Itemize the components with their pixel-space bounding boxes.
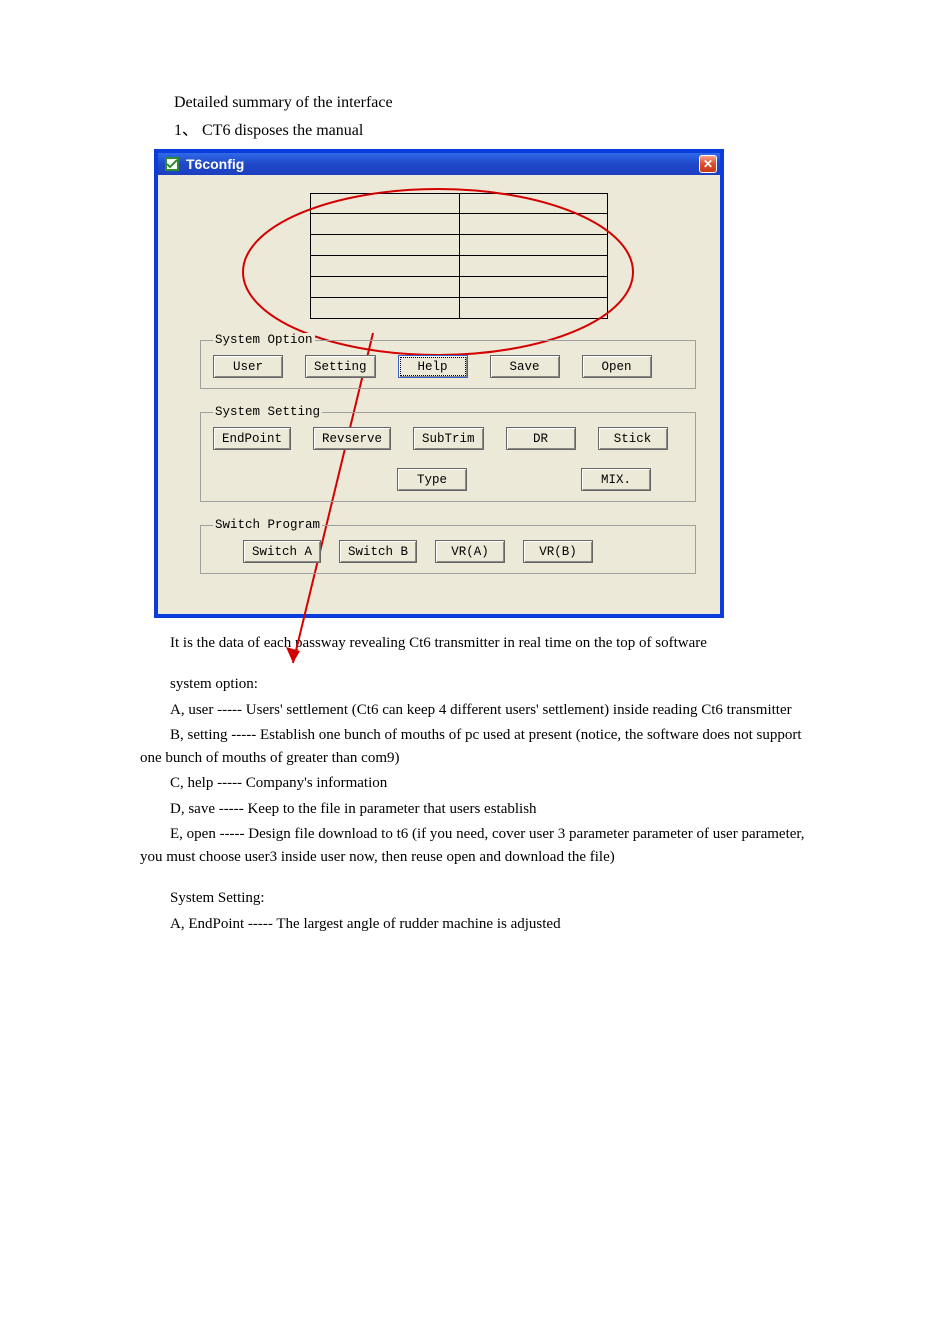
titlebar: T6config ✕	[158, 153, 720, 175]
explanation-text: It is the data of each passway revealing…	[0, 624, 945, 978]
mix-button[interactable]: MIX.	[581, 468, 651, 491]
system-option-header: system option:	[140, 673, 805, 696]
channel-bars	[310, 193, 696, 319]
desc-setting: B, setting ----- Establish one bunch of …	[140, 724, 805, 771]
intro-text: Detailed summary of the interface 1、 CT6…	[0, 90, 945, 143]
dr-button[interactable]: DR	[506, 427, 576, 450]
window-title: T6config	[186, 156, 244, 172]
intro-line-2: 1、 CT6 disposes the manual	[174, 118, 805, 144]
desc-user: A, user ----- Users' settlement (Ct6 can…	[140, 699, 805, 722]
stick-button[interactable]: Stick	[598, 427, 668, 450]
t6config-window: T6config ✕ System Option User Setting He…	[154, 149, 724, 618]
switch-b-button[interactable]: Switch B	[339, 540, 417, 563]
switch-program-group: Switch Program Switch A Switch B VR(A) V…	[200, 518, 696, 574]
subtrim-button[interactable]: SubTrim	[413, 427, 484, 450]
system-option-group: System Option User Setting Help Save Ope…	[200, 333, 696, 389]
channel-bar-4	[310, 256, 608, 277]
save-button[interactable]: Save	[490, 355, 560, 378]
close-button[interactable]: ✕	[699, 155, 717, 173]
switch-program-legend: Switch Program	[213, 518, 322, 532]
type-button[interactable]: Type	[397, 468, 467, 491]
app-icon	[164, 156, 180, 172]
switch-a-button[interactable]: Switch A	[243, 540, 321, 563]
vr-a-button[interactable]: VR(A)	[435, 540, 505, 563]
system-setting-legend: System Setting	[213, 405, 322, 419]
intro-line-1: Detailed summary of the interface	[174, 90, 805, 116]
channel-bar-3	[310, 235, 608, 256]
system-option-legend: System Option	[213, 333, 315, 347]
desc-help: C, help ----- Company's information	[140, 772, 805, 795]
help-button[interactable]: Help	[398, 355, 468, 378]
vr-b-button[interactable]: VR(B)	[523, 540, 593, 563]
desc-open: E, open ----- Design file download to t6…	[140, 823, 805, 870]
revserve-button[interactable]: Revserve	[313, 427, 391, 450]
channel-bar-2	[310, 214, 608, 235]
close-icon: ✕	[703, 158, 713, 170]
desc-endpoint: A, EndPoint ----- The largest angle of r…	[140, 913, 805, 936]
channel-bar-6	[310, 298, 608, 319]
endpoint-button[interactable]: EndPoint	[213, 427, 291, 450]
system-setting-header: System Setting:	[140, 887, 805, 910]
open-button[interactable]: Open	[582, 355, 652, 378]
client-area: System Option User Setting Help Save Ope…	[158, 175, 720, 614]
system-setting-group: System Setting EndPoint Revserve SubTrim…	[200, 405, 696, 502]
setting-button[interactable]: Setting	[305, 355, 376, 378]
channel-bar-1	[310, 193, 608, 214]
desc-save: D, save ----- Keep to the file in parame…	[140, 798, 805, 821]
channel-bar-5	[310, 277, 608, 298]
user-button[interactable]: User	[213, 355, 283, 378]
data-caption: It is the data of each passway revealing…	[140, 632, 805, 655]
